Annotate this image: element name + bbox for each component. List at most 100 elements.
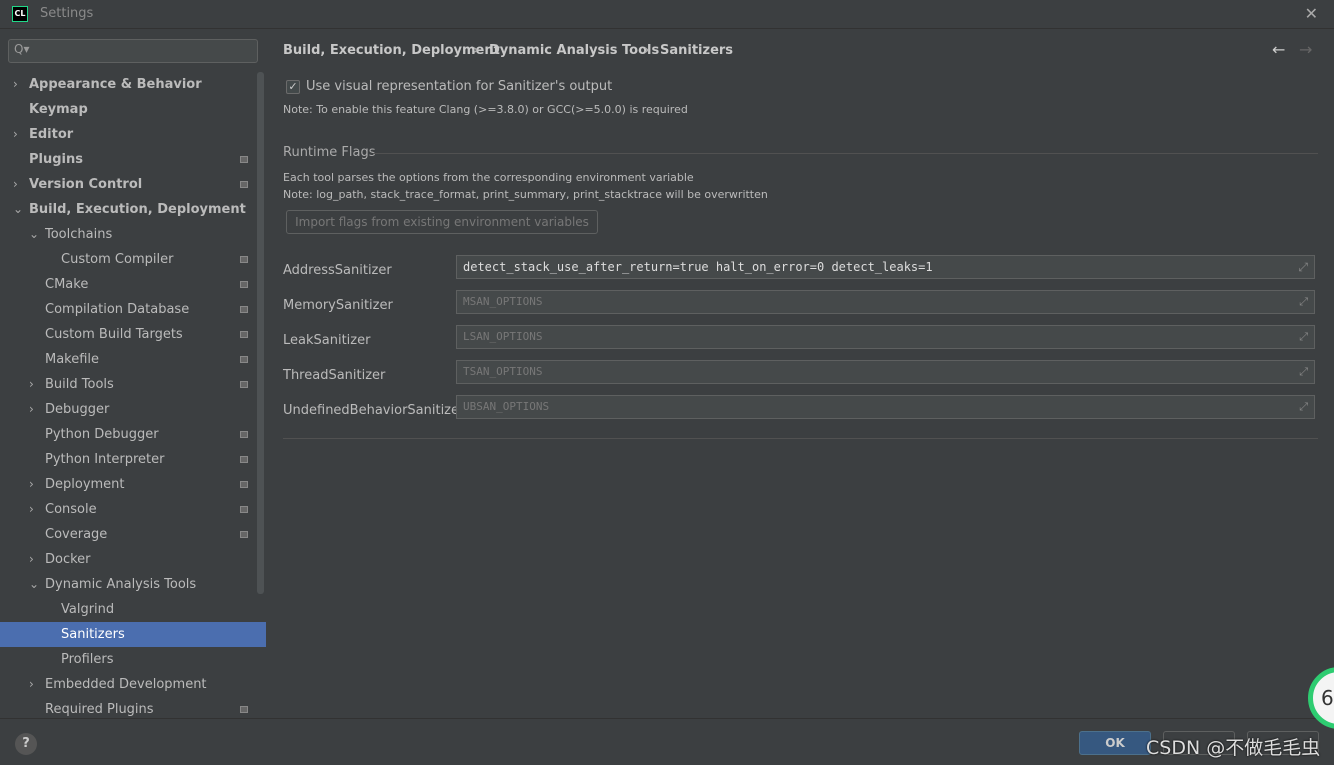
chevron-right-icon[interactable]: › — [29, 497, 41, 522]
search-icon: Q▾ — [14, 42, 30, 56]
sidebar-item-embedded-development[interactable]: › Embedded Development — [0, 672, 266, 697]
import-flags-button[interactable]: Import flags from existing environment v… — [286, 210, 598, 234]
chevron-down-icon[interactable]: ⌄ — [29, 572, 41, 597]
sanitizer-options-input[interactable]: MSAN_OPTIONS ⤢ — [456, 290, 1315, 314]
project-settings-icon — [240, 156, 248, 163]
chevron-down-icon[interactable]: ⌄ — [29, 222, 41, 247]
sidebar-scrollbar[interactable] — [257, 72, 264, 594]
footer: ? OK CSDN @不做毛毛虫 — [0, 718, 1334, 765]
expand-icon[interactable]: ⤢ — [1299, 291, 1308, 313]
sanitizer-options-value: UBSAN_OPTIONS — [463, 400, 550, 413]
sidebar-item-python-interpreter[interactable]: Python Interpreter — [0, 447, 266, 472]
sanitizer-options-input[interactable]: LSAN_OPTIONS ⤢ — [456, 325, 1315, 349]
sanitizer-options-input[interactable]: detect_stack_use_after_return=true halt_… — [456, 255, 1315, 279]
sanitizer-label: UndefinedBehaviorSanitizer — [283, 403, 465, 418]
forward-arrow-icon[interactable]: → — [1299, 40, 1312, 59]
chevron-right-icon[interactable]: › — [29, 372, 41, 397]
chevron-right-icon[interactable]: › — [13, 72, 25, 97]
sidebar-item-sanitizers[interactable]: Sanitizers — [0, 622, 266, 647]
sidebar-item-compilation-database[interactable]: Compilation Database — [0, 297, 266, 322]
title-bar: CL Settings ✕ — [0, 0, 1334, 29]
sidebar-item-label: CMake — [45, 277, 89, 292]
chevron-right-icon[interactable]: › — [13, 122, 25, 147]
breadcrumb-build[interactable]: Build, Execution, Deployment — [283, 43, 500, 58]
sidebar-item-label: Keymap — [29, 102, 88, 117]
breadcrumb-sanitizers: Sanitizers — [660, 43, 734, 58]
close-icon[interactable]: ✕ — [1305, 4, 1318, 23]
expand-icon[interactable]: ⤢ — [1299, 361, 1308, 383]
help-button[interactable]: ? — [15, 733, 37, 755]
project-settings-icon — [240, 456, 248, 463]
sidebar-item-label: Valgrind — [61, 602, 115, 617]
sidebar-item-python-debugger[interactable]: Python Debugger — [0, 422, 266, 447]
breadcrumb-separator: › — [644, 43, 650, 58]
sanitizer-label: AddressSanitizer — [283, 263, 392, 278]
watermark: CSDN @不做毛毛虫 — [1146, 737, 1321, 759]
sidebar-item-makefile[interactable]: Makefile — [0, 347, 266, 372]
sidebar-item-label: Custom Compiler — [61, 252, 174, 267]
sanitizer-options-input[interactable]: UBSAN_OPTIONS ⤢ — [456, 395, 1315, 419]
chevron-right-icon[interactable]: › — [29, 547, 41, 572]
chevron-right-icon[interactable]: › — [29, 472, 41, 497]
sidebar-item-label: Python Interpreter — [45, 452, 165, 467]
visual-checkbox-label[interactable]: Use visual representation for Sanitizer'… — [306, 79, 612, 94]
flags-note: Note: log_path, stack_trace_format, prin… — [283, 188, 768, 201]
sidebar-item-plugins[interactable]: Plugins — [0, 147, 266, 172]
search-input[interactable]: Q▾ — [8, 39, 258, 63]
sidebar-item-dynamic-analysis-tools[interactable]: ⌄ Dynamic Analysis Tools — [0, 572, 266, 597]
sanitizer-options-value: TSAN_OPTIONS — [463, 365, 543, 378]
sanitizer-options-value: MSAN_OPTIONS — [463, 295, 543, 308]
project-settings-icon — [240, 706, 248, 713]
ok-button[interactable]: OK — [1079, 731, 1151, 755]
sidebar-item-appearance-behavior[interactable]: › Appearance & Behavior — [0, 72, 266, 97]
sidebar-item-coverage[interactable]: Coverage — [0, 522, 266, 547]
sanitizer-label: LeakSanitizer — [283, 333, 371, 348]
sanitizer-options-input[interactable]: TSAN_OPTIONS ⤢ — [456, 360, 1315, 384]
chevron-right-icon[interactable]: › — [13, 172, 25, 197]
sidebar-item-profilers[interactable]: Profilers — [0, 647, 266, 672]
sidebar-item-editor[interactable]: › Editor — [0, 122, 266, 147]
project-settings-icon — [240, 531, 248, 538]
divider — [373, 153, 1318, 154]
sidebar-item-label: Profilers — [61, 652, 114, 667]
project-settings-icon — [240, 181, 248, 188]
project-settings-icon — [240, 306, 248, 313]
expand-icon[interactable]: ⤢ — [1299, 326, 1308, 348]
chevron-right-icon[interactable]: › — [29, 397, 41, 422]
sanitizer-label: MemorySanitizer — [283, 298, 393, 313]
sidebar-item-custom-compiler[interactable]: Custom Compiler — [0, 247, 266, 272]
sidebar-item-build-execution-deployment[interactable]: ⌄ Build, Execution, Deployment — [0, 197, 266, 222]
clion-logo: CL — [12, 6, 28, 22]
sidebar-item-custom-build-targets[interactable]: Custom Build Targets — [0, 322, 266, 347]
chevron-down-icon[interactable]: ⌄ — [13, 197, 25, 222]
sidebar-item-valgrind[interactable]: Valgrind — [0, 597, 266, 622]
sidebar-item-version-control[interactable]: › Version Control — [0, 172, 266, 197]
sidebar-item-label: Coverage — [45, 527, 108, 542]
sidebar-item-console[interactable]: › Console — [0, 497, 266, 522]
sidebar-item-build-tools[interactable]: › Build Tools — [0, 372, 266, 397]
project-settings-icon — [240, 356, 248, 363]
expand-icon[interactable]: ⤢ — [1298, 256, 1308, 278]
sidebar-item-cmake[interactable]: CMake — [0, 272, 266, 297]
back-arrow-icon[interactable]: ← — [1272, 40, 1285, 59]
chevron-right-icon[interactable]: › — [29, 672, 41, 697]
sanitizer-options-value: LSAN_OPTIONS — [463, 330, 543, 343]
breadcrumb-dynamic-analysis[interactable]: Dynamic Analysis Tools — [489, 43, 659, 58]
sidebar-item-label: Debugger — [45, 402, 110, 417]
sidebar-item-toolchains[interactable]: ⌄ Toolchains — [0, 222, 266, 247]
sidebar-item-keymap[interactable]: Keymap — [0, 97, 266, 122]
sidebar-item-debugger[interactable]: › Debugger — [0, 397, 266, 422]
sidebar-item-docker[interactable]: › Docker — [0, 547, 266, 572]
sidebar-item-deployment[interactable]: › Deployment — [0, 472, 266, 497]
project-settings-icon — [240, 381, 248, 388]
sidebar-item-label: Version Control — [29, 177, 143, 192]
settings-tree: › Appearance & Behavior Keymap › Editor Plugi… — [0, 72, 266, 722]
expand-icon[interactable]: ⤢ — [1299, 396, 1308, 418]
visual-checkbox[interactable]: ✓ — [286, 80, 300, 94]
project-settings-icon — [240, 331, 248, 338]
sidebar-item-label: Deployment — [45, 477, 125, 492]
sidebar: Q▾ › Appearance & Behavior Keymap › Editor Pl… — [0, 30, 266, 718]
sidebar-item-label: Docker — [45, 552, 91, 567]
divider — [283, 438, 1318, 439]
sidebar-item-label: Compilation Database — [45, 302, 190, 317]
